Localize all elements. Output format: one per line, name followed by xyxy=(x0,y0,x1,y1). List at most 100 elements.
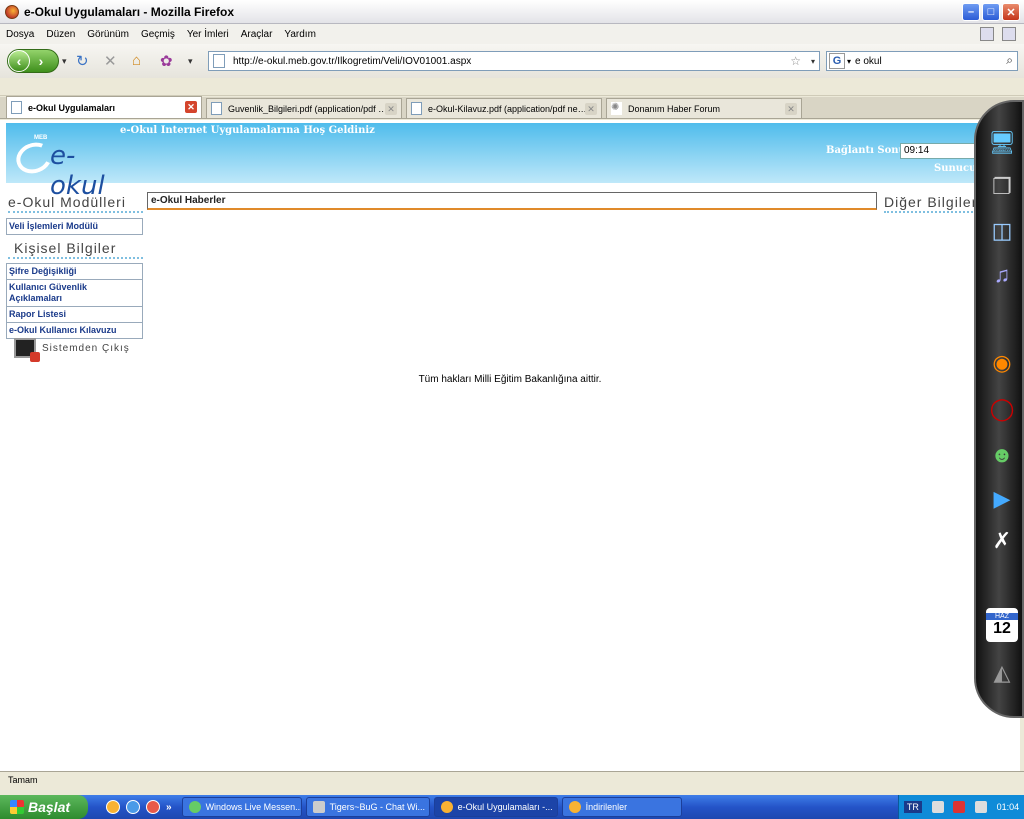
chat-task-icon xyxy=(312,801,325,813)
firefox-quicklaunch-icon[interactable] xyxy=(106,800,120,814)
messenger-icon[interactable]: ☻ xyxy=(982,436,1022,474)
menu-item-veli-islemleri[interactable]: Veli İşlemleri Modülü xyxy=(7,219,142,234)
monitor-icon[interactable]: 🖥 xyxy=(982,124,1022,162)
system-tray: TR 01:04 xyxy=(898,795,1024,819)
tab-label: Guvenlik_Bilgileri.pdf (application/pdf … xyxy=(228,103,388,114)
addon-dropdown-icon[interactable]: ▾ xyxy=(188,56,193,67)
page-icon xyxy=(11,101,22,114)
tray-icon[interactable] xyxy=(953,801,966,813)
news-header: e-Okul Haberler xyxy=(147,192,877,210)
connection-value: 09:14 xyxy=(900,143,980,159)
quicklaunch-more[interactable]: » xyxy=(166,802,172,813)
home-icon[interactable]: ⌂ xyxy=(132,52,141,69)
forward-button[interactable]: › xyxy=(30,50,52,72)
menu-file[interactable]: Dosya xyxy=(6,29,34,40)
connection-label: Bağlantı Sonu: xyxy=(826,145,910,156)
menu-item-kullanici-kilavuzu[interactable]: e-Okul Kullanıcı Kılavuzu xyxy=(7,323,142,338)
engine-dropdown-icon[interactable]: ▾ xyxy=(847,57,851,66)
desktop-dock: 🖥 ❐ ◫ ♫ ◉ ◯ ☻ ▶ ✗ HAZ 12 ◭ xyxy=(974,100,1024,718)
search-input[interactable]: e okul xyxy=(855,56,882,67)
language-indicator[interactable]: TR xyxy=(903,801,922,813)
tab-label: e-Okul Uygulamaları xyxy=(28,102,116,113)
bookmarks-toolbar xyxy=(0,78,1024,96)
search-bar[interactable]: G ▾ e okul ⌕ xyxy=(826,51,1018,71)
url-dropdown-icon[interactable]: ▾ xyxy=(811,57,815,66)
documents-icon[interactable]: ❐ xyxy=(982,168,1022,206)
menu-item-sifre-degisikligi[interactable]: Şifre Değişikliği xyxy=(7,264,142,280)
maximize-button[interactable]: □ xyxy=(982,3,1000,21)
start-label: Başlat xyxy=(28,799,71,815)
close-button[interactable]: ✕ xyxy=(1002,3,1020,21)
page-icon xyxy=(213,54,225,68)
google-icon[interactable]: G xyxy=(829,53,845,69)
task-windows-live[interactable]: Windows Live Messen... xyxy=(181,797,302,817)
chrome-quicklaunch-icon[interactable] xyxy=(146,800,160,814)
exit-monitor-icon xyxy=(14,338,40,362)
music-icon[interactable]: ♫ xyxy=(982,256,1022,294)
eokul-logo[interactable]: MEB e-okul xyxy=(10,131,120,201)
tab-kilavuz-pdf[interactable]: e-Okul-Kilavuz.pdf (application/pdf nes.… xyxy=(406,98,602,118)
status-bar: Tamam xyxy=(0,771,1024,789)
addon-icon[interactable]: ✿ xyxy=(160,52,173,70)
close-tab-icon[interactable]: ✕ xyxy=(385,103,397,115)
personal-title: Kişisel Bilgiler xyxy=(8,240,143,259)
xfire-icon[interactable]: ✗ xyxy=(982,522,1022,560)
firefox-task-icon xyxy=(440,801,453,813)
tab-label: Donanım Haber Forum xyxy=(628,103,721,114)
address-bar[interactable]: http://e-okul.meb.gov.tr/Ilkogretim/Veli… xyxy=(208,51,820,71)
menu-item-guvenlik-aciklamalari[interactable]: Kullanıcı Güvenlik Açıklamaları xyxy=(7,280,142,307)
menu-item-rapor-listesi[interactable]: Rapor Listesi xyxy=(7,307,142,323)
minimize-button[interactable]: – xyxy=(962,3,980,21)
history-dropdown-icon[interactable]: ▾ xyxy=(62,56,67,67)
close-tab-icon[interactable]: ✕ xyxy=(585,103,597,115)
address-url[interactable]: http://e-okul.meb.gov.tr/Ilkogretim/Veli… xyxy=(233,56,471,67)
tab-donanim-haber[interactable]: ✺ Donanım Haber Forum ✕ xyxy=(606,98,802,118)
calendar-month: HAZ xyxy=(986,612,1018,620)
copyright-text: Tüm hakları Milli Eğitim Bakanlığına ait… xyxy=(418,374,602,385)
task-label: Windows Live Messen... xyxy=(205,802,302,812)
opera-icon[interactable]: ◯ xyxy=(982,390,1022,428)
bookmark-star-icon[interactable]: ☆ xyxy=(790,54,801,68)
network-icon[interactable] xyxy=(974,801,987,813)
close-tab-icon[interactable]: ✕ xyxy=(785,103,797,115)
task-label: Tigers~BuG - Chat Wi... xyxy=(329,802,426,812)
task-eokul[interactable]: e-Okul Uygulamaları -... xyxy=(433,797,558,817)
task-chat[interactable]: Tigers~BuG - Chat Wi... xyxy=(305,797,430,817)
modules-title: e-Okul Modülleri xyxy=(8,194,143,213)
camera-icon[interactable]: ◫ xyxy=(982,212,1022,250)
menu-history[interactable]: Geçmiş xyxy=(141,29,175,40)
exit-link[interactable]: Sistemden Çıkış xyxy=(14,338,130,362)
tray-icon[interactable] xyxy=(931,801,944,813)
menu-bookmarks[interactable]: Yer İmleri xyxy=(187,29,229,40)
menu-view[interactable]: Görünüm xyxy=(87,29,129,40)
tab-strip: e-Okul Uygulamaları ✕ Guvenlik_Bilgileri… xyxy=(0,96,1024,119)
calendar-icon[interactable]: HAZ 12 xyxy=(986,608,1018,642)
page-content: MEB e-okul e-Okul Internet Uygulamaların… xyxy=(0,120,1020,771)
window-controls: – □ ✕ xyxy=(962,3,1020,21)
recycle-icon[interactable]: ◭ xyxy=(982,654,1022,692)
logo-meb-text: MEB xyxy=(34,135,48,141)
menu-edit[interactable]: Düzen xyxy=(46,29,75,40)
tab-eokul[interactable]: e-Okul Uygulamaları ✕ xyxy=(6,96,202,118)
taskbar: Başlat » Windows Live Messen... Tigers~B… xyxy=(0,795,1024,819)
exit-label[interactable]: Sistemden Çıkış xyxy=(42,343,130,354)
firefox-dock-icon[interactable]: ◉ xyxy=(982,344,1022,382)
close-tab-icon[interactable]: ✕ xyxy=(185,101,197,113)
logo-text: e-okul xyxy=(50,141,105,201)
start-button[interactable]: Başlat xyxy=(0,795,88,819)
stop-icon[interactable]: ✕ xyxy=(104,52,117,70)
firefox-task-icon xyxy=(568,801,581,813)
ie-quicklaunch-icon[interactable] xyxy=(126,800,140,814)
page-icon xyxy=(411,102,422,115)
layout-icon[interactable] xyxy=(980,27,994,41)
menu-tools[interactable]: Araçlar xyxy=(241,29,273,40)
task-downloads[interactable]: İndirilenler xyxy=(561,797,682,817)
media-player-icon[interactable]: ▶ xyxy=(982,480,1022,518)
reload-icon[interactable]: ↻ xyxy=(76,52,89,70)
back-forward-buttons: ‹ › xyxy=(7,49,59,73)
search-icon[interactable]: ⌕ xyxy=(1006,53,1013,68)
back-button[interactable]: ‹ xyxy=(8,50,30,72)
tab-guvenlik-pdf[interactable]: Guvenlik_Bilgileri.pdf (application/pdf … xyxy=(206,98,402,118)
throbber-icon xyxy=(1002,27,1016,41)
menu-help[interactable]: Yardım xyxy=(284,29,316,40)
